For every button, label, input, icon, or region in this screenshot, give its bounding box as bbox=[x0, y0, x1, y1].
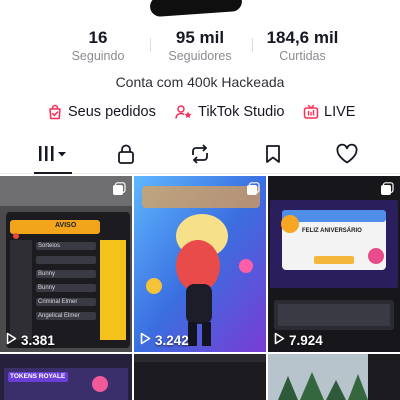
followers-count: 95 mil bbox=[175, 28, 225, 47]
overlay-bunny: Bunny bbox=[38, 271, 56, 277]
orders-label: Seus pedidos bbox=[68, 104, 156, 120]
play-icon bbox=[274, 332, 285, 348]
tab-reposts[interactable] bbox=[180, 142, 220, 170]
profile-bio: Conta com 400k Hackeada bbox=[115, 74, 285, 90]
stat-likes[interactable]: 184,6 mil Curtidas bbox=[255, 28, 350, 64]
video-thumbnail[interactable]: 7.924 FELIZ ANIVERSÁRIO bbox=[268, 176, 400, 352]
video-thumbnail[interactable]: TOKENS ROYALE bbox=[0, 354, 132, 400]
multi-photo-icon bbox=[246, 182, 260, 201]
studio-label: TikTok Studio bbox=[198, 104, 285, 120]
bag-check-icon bbox=[47, 104, 63, 120]
live-label: LIVE bbox=[324, 104, 356, 120]
overlay-tokens-royale: TOKENS ROYALE bbox=[10, 373, 66, 380]
bookmark-icon bbox=[264, 143, 282, 170]
likes-count: 184,6 mil bbox=[266, 28, 339, 47]
stat-following[interactable]: 16 Seguindo bbox=[58, 28, 138, 64]
view-count: 7.924 bbox=[274, 332, 323, 348]
repost-icon bbox=[189, 143, 211, 170]
tab-videos[interactable] bbox=[32, 142, 74, 174]
stat-followers[interactable]: 95 mil Seguidores bbox=[155, 28, 245, 64]
stat-divider bbox=[252, 38, 253, 52]
stat-divider bbox=[150, 38, 151, 52]
tab-liked[interactable] bbox=[327, 142, 367, 170]
studio-link[interactable]: TikTok Studio bbox=[175, 104, 285, 120]
following-label: Seguindo bbox=[71, 49, 125, 63]
overlay-sorteios: Sorteios bbox=[38, 243, 61, 249]
video-thumbnail[interactable]: 3.242 bbox=[134, 176, 266, 352]
tab-favorites[interactable] bbox=[253, 142, 293, 170]
video-thumbnail[interactable] bbox=[134, 354, 266, 400]
video-thumbnail[interactable] bbox=[268, 354, 400, 400]
profile-links: Seus pedidos TikTok Studio LIVE bbox=[0, 104, 400, 126]
play-icon bbox=[140, 332, 151, 348]
overlay-criminal-elmer: Criminal Elmer bbox=[38, 299, 78, 305]
video-thumbnail-image bbox=[268, 176, 400, 352]
orders-link[interactable]: Seus pedidos bbox=[47, 104, 156, 120]
following-count: 16 bbox=[88, 28, 108, 47]
likes-label: Curtidas bbox=[279, 49, 326, 63]
play-icon bbox=[6, 332, 17, 348]
multi-photo-icon bbox=[112, 182, 126, 201]
followers-label: Seguidores bbox=[168, 49, 232, 63]
overlay-bunny: Bunny bbox=[38, 285, 56, 291]
video-thumbnail-image bbox=[134, 354, 266, 400]
view-count-text: 3.381 bbox=[21, 332, 55, 348]
video-thumbnail-image bbox=[0, 176, 132, 352]
video-thumbnail-image bbox=[134, 176, 266, 352]
overlay-angelical-elmer: Angelical Elmer bbox=[38, 313, 80, 319]
tv-icon bbox=[303, 104, 319, 120]
lock-icon bbox=[116, 143, 136, 170]
video-thumbnail-image bbox=[268, 354, 400, 400]
heart-icon bbox=[335, 143, 359, 170]
tab-private[interactable] bbox=[106, 142, 146, 170]
multi-photo-icon bbox=[380, 182, 394, 201]
person-star-icon bbox=[175, 104, 193, 120]
view-count: 3.381 bbox=[6, 332, 55, 348]
grid-icon bbox=[38, 144, 68, 169]
video-thumbnail[interactable]: 3.381 AVISO Sorteios Bunny Bunny Crimina… bbox=[0, 176, 132, 352]
overlay-birthday: FELIZ ANIVERSÁRIO bbox=[302, 228, 362, 234]
view-count-text: 3.242 bbox=[155, 332, 189, 348]
content-tabs bbox=[0, 142, 400, 174]
redacted-username bbox=[149, 0, 243, 18]
overlay-aviso: AVISO bbox=[55, 222, 77, 229]
live-link[interactable]: LIVE bbox=[303, 104, 355, 120]
video-grid: 3.381 AVISO Sorteios Bunny Bunny Crimina… bbox=[0, 176, 400, 400]
profile-stats: 16 Seguindo 95 mil Seguidores 184,6 mil … bbox=[0, 28, 400, 68]
view-count: 3.242 bbox=[140, 332, 189, 348]
view-count-text: 7.924 bbox=[289, 332, 323, 348]
